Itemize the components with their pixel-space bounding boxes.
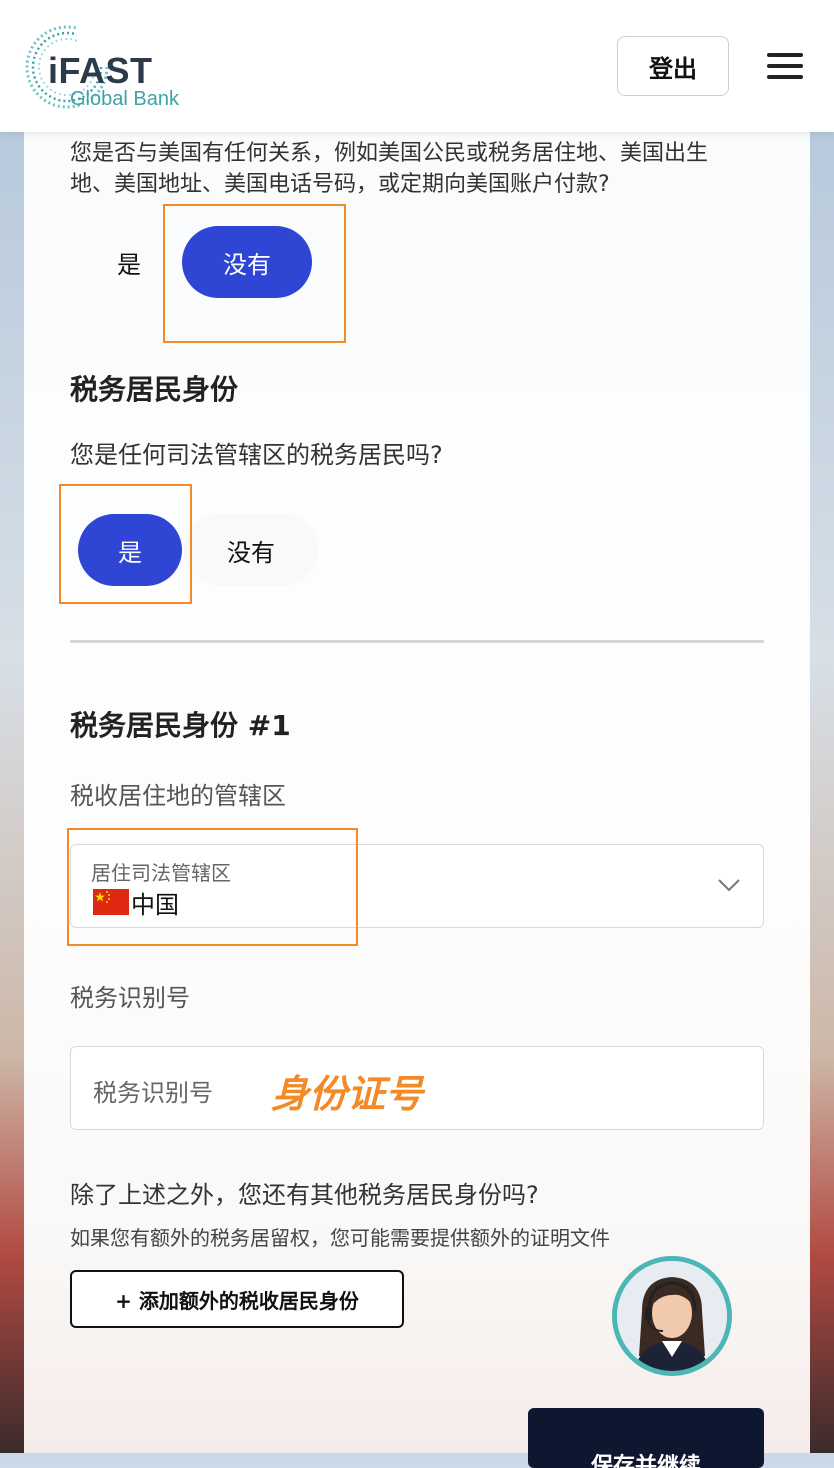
logo-subtext: Global Bank	[70, 88, 179, 110]
save-continue-button[interactable]: 保存并继续	[528, 1408, 764, 1468]
additional-residency-question: 除了上述之外，您还有其他税务居民身份吗?	[70, 1181, 539, 1209]
us-relation-question-line2: 地、美国地址、美国电话号码，或定期向美国账户付款?	[70, 172, 610, 197]
support-agent-avatar[interactable]	[612, 1256, 732, 1376]
tin-input-placeholder: 税务识别号	[93, 1079, 213, 1107]
agent-portrait-icon	[617, 1261, 727, 1371]
additional-residency-note: 如果您有额外的税务居留权，您可能需要提供额外的证明文件	[70, 1226, 610, 1250]
tax-residency-no-option[interactable]: 没有	[184, 514, 318, 586]
tax-residency-title: 税务居民身份	[70, 373, 239, 406]
us-relation-question-line1: 您是否与美国有任何关系，例如美国公民或税务居住地、美国出生	[70, 141, 709, 166]
highlight-box-tax-yes	[59, 484, 192, 604]
highlight-box-us-no	[163, 204, 346, 343]
tin-input[interactable]: 税务识别号 身份证号	[70, 1046, 764, 1130]
background-left	[0, 132, 24, 1453]
tax-residency-1-title: 税务居民身份 #1	[70, 709, 291, 742]
menu-icon[interactable]	[767, 53, 803, 79]
logout-button[interactable]: 登出	[617, 36, 729, 96]
section-divider	[70, 640, 764, 643]
jurisdiction-label: 税收居住地的管辖区	[70, 782, 286, 810]
tin-annotation: 身份证号	[271, 1072, 424, 1116]
chevron-down-icon	[718, 879, 740, 892]
tin-label: 税务识别号	[70, 984, 190, 1012]
background-right	[810, 132, 834, 1453]
save-continue-label: 保存并继续	[590, 1454, 701, 1468]
logo-text: iFAST	[48, 50, 153, 91]
app-header: iFAST Global Bank 登出	[0, 0, 834, 132]
add-tax-residency-button[interactable]: + 添加额外的税收居民身份	[70, 1270, 404, 1328]
highlight-box-jurisdiction	[67, 828, 358, 946]
us-relation-question: 您是否与美国有任何关系，例如美国公民或税务居住地、美国出生 地、美国地址、美国电…	[70, 138, 770, 200]
ifast-logo[interactable]: iFAST Global Bank	[22, 22, 212, 114]
form-card: 您是否与美国有任何关系，例如美国公民或税务居住地、美国出生 地、美国地址、美国电…	[24, 132, 810, 1468]
tax-residency-question: 您是任何司法管辖区的税务居民吗?	[70, 441, 443, 469]
